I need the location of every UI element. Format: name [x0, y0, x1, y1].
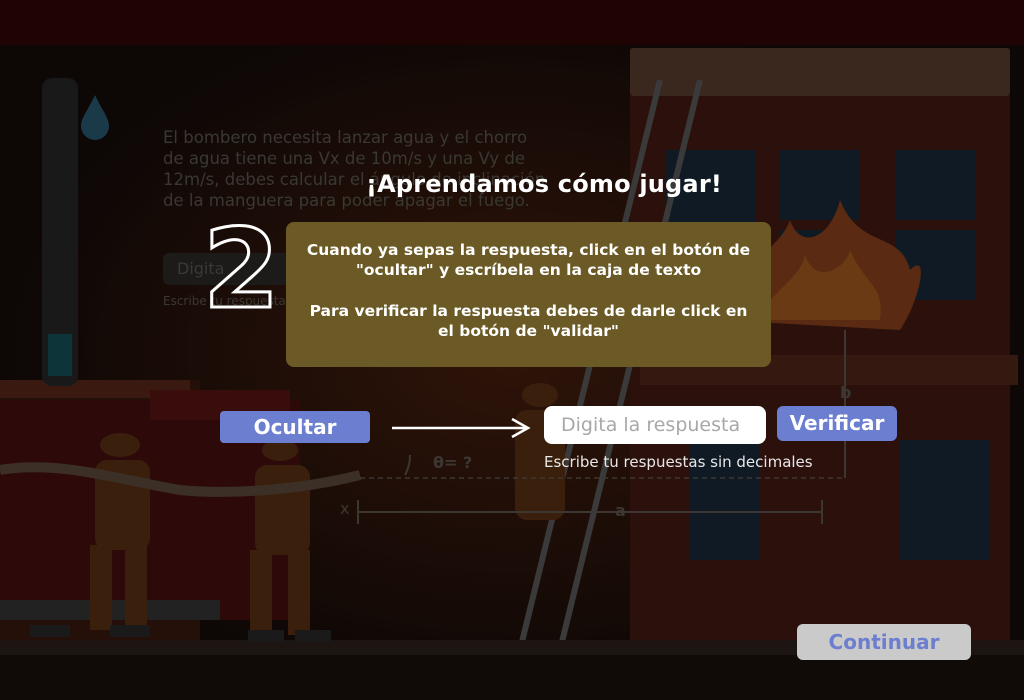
arrow-right-icon [392, 417, 531, 439]
instruction-hide-step: Cuando ya sepas la respuesta, click en e… [306, 241, 751, 279]
top-bar [0, 0, 1024, 45]
instruction-verify-step: Para verificar la respuesta debes de dar… [309, 302, 748, 340]
label-x: x [340, 499, 349, 518]
continue-button[interactable]: Continuar [797, 624, 971, 660]
bottom-bar [0, 655, 1024, 700]
answer-hint: Escribe tu respuestas sin decimales [544, 453, 813, 471]
background-question: El bombero necesita lanzar agua y el cho… [163, 128, 546, 210]
water-level-meter [42, 78, 78, 386]
water-drop-icon [81, 95, 109, 140]
label-a: a [615, 501, 626, 520]
label-b: b [840, 383, 851, 402]
verify-button[interactable]: Verificar [777, 406, 897, 441]
instruction-box: Cuando ya sepas la respuesta, click en e… [286, 222, 771, 367]
water-level-fill [48, 334, 72, 376]
step-number: 2 [202, 205, 282, 333]
tutorial-title: ¡Aprendamos cómo jugar! [365, 170, 723, 198]
hide-button[interactable]: Ocultar [220, 411, 370, 443]
answer-input[interactable] [544, 406, 766, 444]
angle-label: θ= ? [433, 453, 472, 472]
